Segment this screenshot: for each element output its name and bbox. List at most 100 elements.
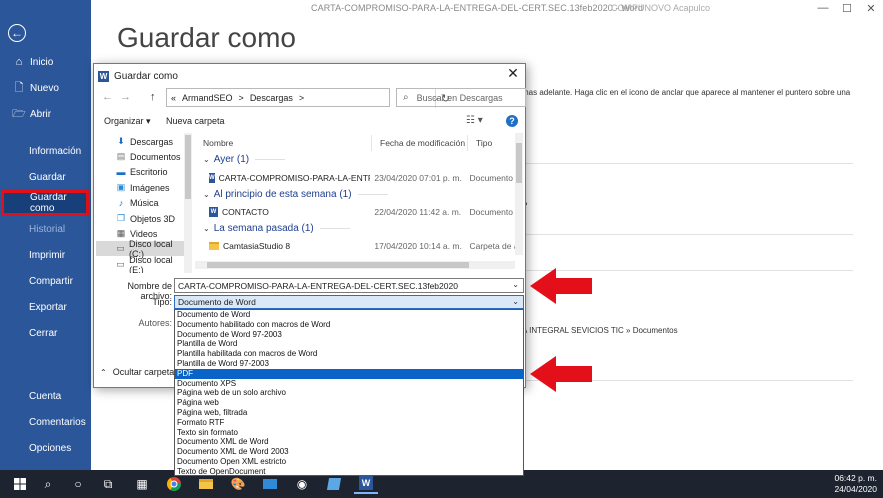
crumb-descargas[interactable]: Descargas — [250, 93, 293, 103]
nav-inicio[interactable]: ⌂ Inicio — [0, 51, 91, 73]
file-list-horizontal-scrollbar[interactable] — [195, 261, 515, 269]
group-header[interactable]: ⌄ Al principio de esta semana (1) — [203, 189, 388, 200]
crumb-separator[interactable]: > — [239, 93, 244, 103]
nav-compartir[interactable]: Compartir — [0, 270, 91, 292]
download-icon: ⬇ — [117, 136, 125, 146]
file-row[interactable]: W CARTA-COMPROMISO-PARA-LA-ENTRE... 23/04… — [195, 170, 515, 185]
file-row[interactable]: W CONTACTO 22/04/2020 11:42 a. m. Documen… — [195, 204, 515, 219]
recent-folder-path[interactable]: A INTEGRAL SEVICIOS TIC » Documentos — [522, 326, 678, 335]
option-xml[interactable]: Documento XML de Word — [175, 437, 523, 447]
word-taskbar-icon[interactable]: W — [354, 474, 378, 494]
back-icon[interactable]: ← — [102, 91, 113, 103]
option-txt[interactable]: Texto sin formato — [175, 428, 523, 438]
app-icon[interactable]: ◉ — [292, 474, 312, 494]
scrollbar-thumb[interactable] — [207, 262, 469, 268]
nav-abrir[interactable]: 🗁 Abrir — [0, 103, 91, 125]
tree-item-descargas[interactable]: ⬇ Descargas — [96, 134, 184, 149]
up-icon[interactable]: ↑ — [150, 91, 156, 103]
overflow-crumb[interactable]: « — [171, 93, 176, 103]
chevron-down-icon[interactable]: ⌄ — [512, 297, 519, 306]
minimize-icon[interactable]: — — [811, 0, 835, 20]
user-name[interactable]: COMPUNOVO Acapulco — [611, 3, 710, 13]
nav-cerrar[interactable]: Cerrar — [0, 322, 91, 344]
close-icon[interactable]: ✕ — [505, 65, 521, 82]
nav-comentarios[interactable]: Comentarios — [0, 411, 91, 433]
calculator-icon[interactable]: ▦ — [132, 474, 152, 494]
option-pdf[interactable]: PDF — [175, 368, 523, 379]
tree-item-documentos[interactable]: ▤ Documentos — [96, 149, 184, 164]
option-rtf[interactable]: Formato RTF — [175, 418, 523, 428]
view-options-icon[interactable]: ☷ ▾ — [466, 115, 483, 126]
option-docx[interactable]: Documento de Word — [175, 310, 523, 320]
option-dotm[interactable]: Plantilla habilitada con macros de Word — [175, 349, 523, 359]
nav-historial[interactable]: Historial — [0, 218, 91, 240]
notes-icon[interactable] — [324, 474, 344, 494]
search-icon[interactable]: ⌕ — [38, 474, 58, 494]
option-mht[interactable]: Página web de un solo archivo — [175, 388, 523, 398]
maximize-icon[interactable]: ☐ — [835, 0, 859, 20]
filename-input[interactable]: CARTA-COMPROMISO-PARA-LA-ENTREGA-DEL-CER… — [174, 278, 524, 293]
nav-exportar[interactable]: Exportar — [0, 296, 91, 318]
hide-folders-button[interactable]: ⌃ Ocultar carpetas — [100, 367, 179, 377]
task-view-icon[interactable]: ⧉ — [98, 474, 118, 494]
forward-icon[interactable]: → — [120, 91, 131, 103]
system-clock[interactable]: 06:42 p. m. 24/04/2020 — [834, 473, 877, 495]
crumb-armandseo[interactable]: ArmandSEO — [182, 93, 233, 103]
crumb-separator[interactable]: > — [299, 93, 304, 103]
option-xml-2003[interactable]: Documento XML de Word 2003 — [175, 447, 523, 457]
nav-guardar[interactable]: Guardar — [0, 166, 91, 188]
column-header-name[interactable]: Nombre — [195, 135, 372, 151]
option-dot[interactable]: Plantilla de Word 97-2003 — [175, 359, 523, 369]
option-strict-xml[interactable]: Documento Open XML estricto — [175, 457, 523, 467]
address-bar[interactable]: « ArmandSEO > Descargas > ⌄ ↻ — [166, 88, 450, 108]
tree-item-musica[interactable]: ♪ Música — [96, 195, 184, 210]
mail-icon[interactable] — [260, 474, 280, 494]
file-explorer-icon[interactable] — [196, 474, 216, 494]
navigation-tree: ⬇ Descargas ▤ Documentos ▬ Escritorio ▣ … — [96, 133, 184, 273]
option-xps[interactable]: Documento XPS — [175, 379, 523, 389]
option-dotx[interactable]: Plantilla de Word — [175, 339, 523, 349]
option-doc[interactable]: Documento de Word 97-2003 — [175, 330, 523, 340]
nav-cuenta[interactable]: Cuenta — [0, 385, 91, 407]
nav-opciones[interactable]: Opciones — [0, 437, 91, 459]
file-list-vertical-scrollbar[interactable] — [515, 133, 523, 255]
help-icon[interactable]: ? — [506, 115, 518, 127]
option-odt[interactable]: Texto de OpenDocument — [175, 467, 523, 477]
nav-nuevo[interactable]: 🗋 Nuevo — [0, 77, 91, 99]
group-header[interactable]: ⌄ Ayer (1) — [203, 154, 286, 165]
chrome-icon[interactable] — [164, 474, 184, 494]
red-arrow-icon — [530, 268, 592, 304]
nav-informacion[interactable]: Información — [0, 140, 91, 162]
backstage-nav: ← ⌂ Inicio 🗋 Nuevo 🗁 Abrir Información G… — [0, 0, 91, 470]
tree-scrollbar[interactable] — [184, 133, 192, 273]
column-header-type[interactable]: Tipo — [468, 135, 518, 151]
search-input[interactable]: ⌕ Buscar en Descargas — [396, 88, 526, 107]
title-bar: CARTA-COMPROMISO-PARA-LA-ENTREGA-DEL-CER… — [91, 0, 883, 20]
option-docm[interactable]: Documento habilitado con macros de Word — [175, 320, 523, 330]
windows-start-icon[interactable] — [10, 474, 30, 494]
scrollbar-thumb[interactable] — [185, 135, 191, 199]
organize-button[interactable]: Organizar ▾ — [104, 116, 151, 127]
scrollbar-thumb[interactable] — [516, 143, 522, 183]
back-arrow-icon[interactable]: ← — [8, 24, 26, 42]
tree-item-escritorio[interactable]: ▬ Escritorio — [96, 164, 184, 179]
dialog-title: Guardar como — [114, 70, 178, 82]
new-folder-button[interactable]: Nueva carpeta — [166, 116, 225, 126]
paint-icon[interactable]: 🎨 — [228, 474, 248, 494]
file-type-value: Documento de Word — [178, 297, 256, 307]
group-header[interactable]: ⌄ La semana pasada (1) — [203, 223, 350, 234]
file-row[interactable]: CamtasiaStudio 8 17/04/2020 10:14 a. m. … — [195, 238, 515, 253]
cortana-icon[interactable]: ○ — [68, 474, 88, 494]
option-html-filtered[interactable]: Página web, filtrada — [175, 408, 523, 418]
column-header-date[interactable]: Fecha de modificación — [372, 135, 468, 151]
nav-guardar-como[interactable]: Guardar como — [1, 190, 89, 216]
tree-item-label: Escritorio — [130, 166, 168, 177]
file-type-select[interactable]: Documento de Word ⌄ — [174, 295, 524, 309]
option-html[interactable]: Página web — [175, 398, 523, 408]
tree-item-imagenes[interactable]: ▣ Imágenes — [96, 180, 184, 195]
nav-imprimir[interactable]: Imprimir — [0, 244, 91, 266]
tree-item-disco-e[interactable]: ▭ Disco local (E:) — [96, 255, 184, 274]
tree-item-objetos-3d[interactable]: ❒ Objetos 3D — [96, 211, 184, 226]
chevron-down-icon[interactable]: ⌄ — [512, 280, 519, 289]
close-icon[interactable]: ✕ — [859, 0, 883, 20]
